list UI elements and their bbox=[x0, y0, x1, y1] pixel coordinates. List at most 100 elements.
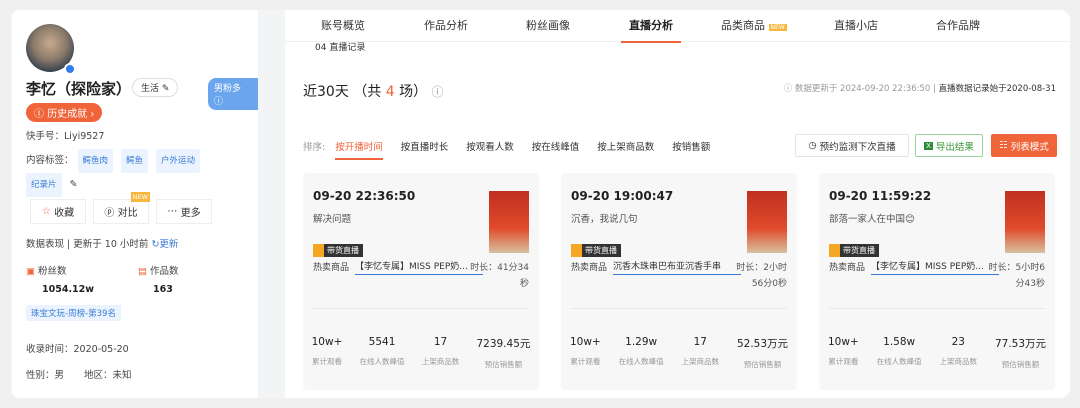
schedule-label: 预约监测下次直播 bbox=[819, 141, 896, 153]
stat-value: 10w+ bbox=[311, 336, 343, 348]
data-perf-label: 数据表现 bbox=[26, 239, 65, 250]
tag[interactable]: 户外运动 bbox=[156, 149, 201, 173]
sort-by-duration[interactable]: 按直播时长 bbox=[401, 139, 449, 160]
fan-type-label: 男粉多 bbox=[214, 84, 242, 94]
tab-fans[interactable]: 粉丝画像 bbox=[526, 17, 570, 33]
sort-by-peak[interactable]: 按在线峰值 bbox=[532, 139, 580, 160]
refresh-label: 更新 bbox=[159, 239, 179, 250]
tab-works[interactable]: 作品分析 bbox=[424, 17, 468, 33]
info-icon: ⓘ bbox=[214, 97, 224, 107]
duration-label: 时长： bbox=[988, 263, 1016, 273]
tag[interactable]: 鳄鱼 bbox=[121, 149, 149, 173]
live-thumbnail[interactable] bbox=[1005, 191, 1045, 253]
stat-label: 在线人数峰值 bbox=[359, 357, 405, 366]
tab-category[interactable]: 品类商品 NEW bbox=[721, 17, 787, 33]
id-row: 快手号：Liyi9527 bbox=[26, 128, 104, 142]
more-icon: ⋯ bbox=[167, 206, 178, 217]
live-count: 4 bbox=[385, 84, 395, 100]
gender-label: 性别： bbox=[26, 370, 55, 381]
section-heading: 04 直播记录 bbox=[315, 43, 366, 53]
export-button[interactable]: X 导出结果 bbox=[915, 134, 983, 157]
duration-label: 时长： bbox=[470, 263, 498, 273]
tab-bar: 账号概览 作品分析 粉丝画像 直播分析 品类商品 NEW 直播小店 合作品牌 bbox=[285, 10, 1070, 43]
stat-item: 10w+ 累计观看 bbox=[312, 336, 343, 370]
update-time: 数据更新于 2024-09-20 22:36:50 bbox=[794, 84, 931, 94]
clock-icon: ◷ bbox=[808, 140, 817, 151]
compare-button[interactable]: ⓟ 对比 NEW bbox=[93, 192, 150, 224]
divider bbox=[571, 308, 787, 309]
stat-value: 7239.45元 bbox=[476, 338, 531, 350]
refresh-button[interactable]: ↻更新 bbox=[151, 239, 178, 250]
history-label: 历史成就 bbox=[47, 109, 88, 120]
tab-category-label: 品类商品 bbox=[721, 19, 765, 32]
tab-live[interactable]: 直播分析 bbox=[621, 17, 681, 43]
stat-label: 在线人数峰值 bbox=[618, 357, 664, 366]
data-perf-row: 数据表现 | 更新于 10 小时前 ↻更新 bbox=[26, 239, 179, 250]
avatar[interactable] bbox=[26, 24, 76, 75]
favorite-button[interactable]: ☆ 收藏 bbox=[30, 199, 86, 224]
stat-value: 5541 bbox=[368, 336, 396, 348]
gender-row: 性别：男 地区：未知 bbox=[26, 367, 132, 381]
gender-value: 男 bbox=[54, 370, 65, 381]
edit-icon: ✎ bbox=[161, 84, 170, 94]
sort-by-products[interactable]: 按上架商品数 bbox=[597, 139, 654, 160]
divider bbox=[829, 308, 1045, 309]
stat-value: 17 bbox=[693, 336, 707, 348]
stat-item: 1.58w 在线人数峰值 bbox=[877, 336, 922, 370]
favorite-label: 收藏 bbox=[54, 208, 75, 219]
stat-value: 17 bbox=[433, 336, 448, 348]
stat-label: 预估销售额 bbox=[1001, 360, 1040, 369]
list-mode-button[interactable]: ☷ 列表模式 bbox=[991, 134, 1057, 157]
stat-item: 23 上架商品数 bbox=[940, 336, 978, 370]
edit-tags-icon[interactable]: ✎ bbox=[70, 179, 78, 190]
sort-by-sales[interactable]: 按销售额 bbox=[672, 139, 710, 160]
more-button[interactable]: ⋯ 更多 bbox=[156, 199, 212, 224]
new-badge: NEW bbox=[130, 192, 150, 202]
live-card[interactable]: 09-20 11:59:22 部落一家人在中国😊 带货直播 热卖商品 【李忆专属… bbox=[819, 173, 1055, 390]
hot-product-link[interactable]: 【李忆专属】MISS PEP奶... bbox=[355, 260, 483, 275]
stat-label: 上架商品数 bbox=[681, 357, 720, 366]
list-icon: ☷ bbox=[999, 140, 1008, 151]
hot-product-label: 热卖商品 bbox=[829, 263, 866, 273]
hot-product-link[interactable]: 【李忆专属】MISS PEP奶... bbox=[871, 260, 999, 275]
live-thumbnail[interactable] bbox=[489, 191, 529, 253]
stat-label: 预估销售额 bbox=[743, 360, 782, 369]
stat-value: 10w+ bbox=[827, 336, 859, 348]
update-info: ⓘ 数据更新于 2024-09-20 22:36:50 | 直播数据记录始于20… bbox=[783, 84, 1056, 94]
stat-item: 52.53万元 预估销售额 bbox=[737, 336, 788, 370]
summary-title: 近30天 （共 4 场） ⓘ bbox=[303, 81, 444, 101]
stat-value: 10w+ bbox=[569, 336, 601, 348]
more-label: 更多 bbox=[180, 208, 201, 219]
id-value: Liyi9527 bbox=[64, 131, 105, 142]
live-thumbnail[interactable] bbox=[747, 191, 787, 253]
sort-label: 排序: bbox=[303, 142, 326, 153]
sort-by-viewers[interactable]: 按观看人数 bbox=[466, 139, 514, 160]
stat-item: 17 上架商品数 bbox=[422, 336, 460, 370]
works-label-row: ▤ 作品数 bbox=[138, 263, 179, 277]
collected-label: 收录时间： bbox=[26, 344, 74, 355]
sort-by-start-time[interactable]: 按开播时间 bbox=[335, 139, 383, 160]
tab-shop[interactable]: 直播小店 bbox=[834, 17, 878, 33]
fan-type-badge[interactable]: 男粉多 ⓘ bbox=[208, 78, 258, 110]
history-button[interactable]: Ⓘ 历史成就 › bbox=[26, 103, 103, 122]
help-icon[interactable]: ⓘ bbox=[432, 85, 444, 99]
tag[interactable]: 纪录片 bbox=[26, 173, 62, 197]
rank-tag[interactable]: 珠宝文玩-周榜-第39名 bbox=[26, 305, 121, 321]
stat-label: 上架商品数 bbox=[421, 357, 460, 366]
fans-label: 粉丝数 bbox=[38, 266, 67, 277]
hot-product-link[interactable]: 沉香木珠串巴布亚沉香手串 bbox=[613, 260, 741, 275]
record-since: 直播数据记录始于2020-08-31 bbox=[938, 84, 1056, 94]
tag[interactable]: 鳄鱼肉 bbox=[77, 149, 114, 173]
star-icon: ☆ bbox=[41, 206, 51, 217]
works-value: 163 bbox=[153, 284, 173, 295]
tab-overview[interactable]: 账号概览 bbox=[321, 17, 365, 33]
live-type-badge: 带货直播 bbox=[313, 244, 363, 257]
tags-label: 内容标签： bbox=[26, 155, 74, 166]
category-tag[interactable]: 生活 ✎ bbox=[132, 78, 179, 97]
live-card[interactable]: 09-20 22:36:50 解决问题 带货直播 热卖商品 【李忆专属】MISS… bbox=[303, 173, 539, 390]
live-card[interactable]: 09-20 19:00:47 沉香，我说几句 带货直播 热卖商品 沉香木珠串巴布… bbox=[561, 173, 797, 390]
stat-item: 10w+ 累计观看 bbox=[828, 336, 859, 370]
tab-brands[interactable]: 合作品牌 bbox=[936, 17, 980, 33]
stat-item: 17 上架商品数 bbox=[682, 336, 720, 370]
schedule-monitor-button[interactable]: ◷ 预约监测下次直播 bbox=[795, 134, 909, 157]
